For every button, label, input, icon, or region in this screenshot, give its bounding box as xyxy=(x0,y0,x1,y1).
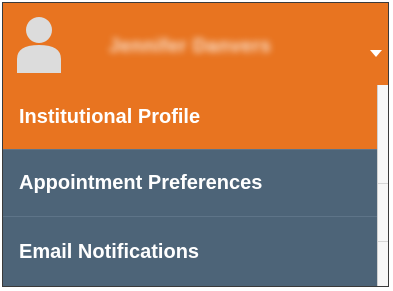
menu-item-label: Email Notifications xyxy=(19,241,200,263)
user-dropdown-panel: Jennifer Danvers Institutional Profile A… xyxy=(2,2,389,287)
divider xyxy=(378,183,388,184)
menu-item-email-notifications[interactable]: Email Notifications xyxy=(3,217,377,286)
dropdown-menu: Institutional Profile Appointment Prefer… xyxy=(3,85,377,286)
user-avatar-icon xyxy=(15,15,63,73)
menu-item-label: Appointment Preferences xyxy=(19,171,263,194)
menu-item-appointment-preferences[interactable]: Appointment Preferences xyxy=(3,150,377,216)
background-page-edge xyxy=(377,85,388,286)
menu-item-label: Institutional Profile xyxy=(19,105,201,128)
user-menu-header[interactable]: Jennifer Danvers xyxy=(3,3,388,85)
caret-down-icon[interactable] xyxy=(370,50,382,58)
divider xyxy=(378,241,388,242)
menu-item-institutional-profile[interactable]: Institutional Profile xyxy=(3,85,377,149)
user-name: Jennifer Danvers xyxy=(109,36,272,57)
